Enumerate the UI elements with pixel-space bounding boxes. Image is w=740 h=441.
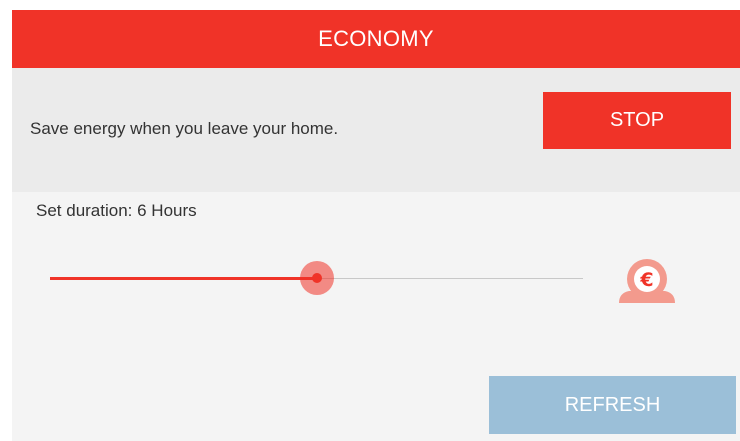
svg-text:€: €: [639, 269, 653, 291]
refresh-button[interactable]: REFRESH: [489, 376, 736, 434]
page-title: ECONOMY: [12, 10, 740, 68]
duration-label: Set duration: 6 Hours: [36, 201, 197, 220]
slider-thumb[interactable]: [300, 261, 334, 295]
page-title-text: ECONOMY: [318, 26, 434, 51]
slider-thumb-core: [312, 273, 322, 283]
economy-panel: ECONOMY Save energy when you leave your …: [12, 10, 740, 441]
euro-coin-icon: €: [619, 259, 675, 303]
duration-slider[interactable]: [50, 260, 583, 296]
stop-button-label: STOP: [609, 109, 665, 131]
description-text: Save energy when you leave your home.: [30, 119, 339, 138]
stop-button[interactable]: STOP: [543, 92, 731, 149]
refresh-button-label: REFRESH: [564, 393, 661, 416]
info-row: Save energy when you leave your home. ST…: [12, 68, 740, 192]
slider-fill: [50, 277, 317, 280]
